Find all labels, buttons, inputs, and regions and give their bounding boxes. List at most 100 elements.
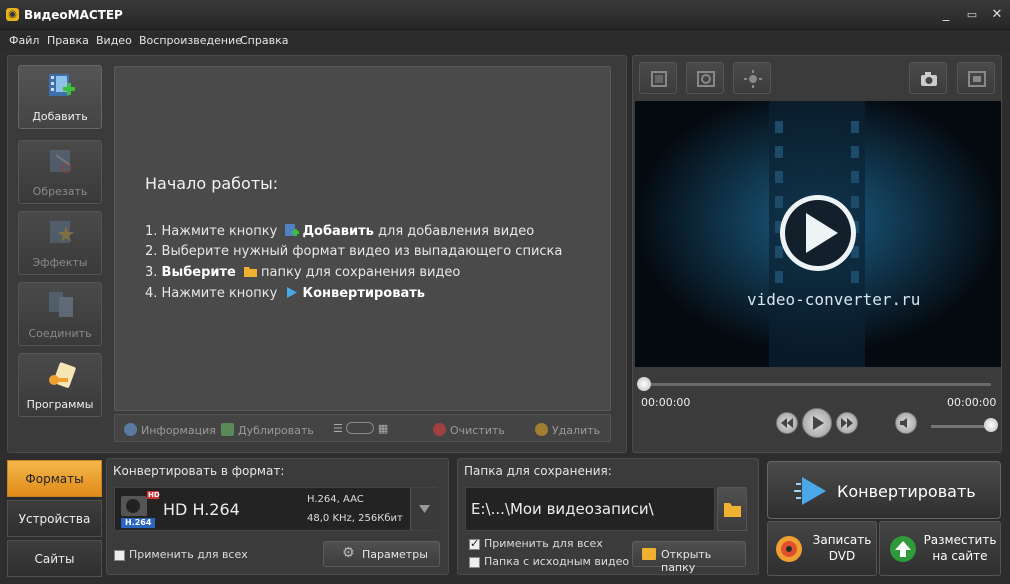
step-1: 1. Нажмите кнопку Добавить для добавлени…: [145, 223, 534, 239]
programs-label: Программы: [26, 398, 94, 411]
preview-film-background: [635, 101, 1001, 367]
step-1-bold: Добавить: [302, 224, 374, 239]
format-apply-all-checkbox[interactable]: [114, 550, 125, 561]
publish-site-button[interactable]: Разместить на сайте: [879, 521, 1001, 576]
cut-button[interactable]: Обрезать: [18, 140, 102, 204]
dvd-icon: [776, 536, 802, 562]
format-dropdown-button[interactable]: [410, 488, 437, 530]
format-spec-1: H.264, AAC: [307, 494, 364, 505]
view-toggle[interactable]: ☰ ▦: [333, 422, 388, 435]
rotate-button[interactable]: [686, 62, 724, 94]
save-heading: Папка для сохранения:: [464, 464, 612, 478]
open-folder-icon: [642, 548, 656, 560]
folder-small-icon: [244, 267, 258, 277]
next-button[interactable]: [836, 412, 858, 434]
duplicate-icon: [221, 423, 234, 436]
app-icon: ◉: [6, 8, 19, 21]
video-preview[interactable]: video-converter.ru: [635, 101, 1001, 367]
join-button[interactable]: Соединить: [18, 282, 102, 346]
info-label: Информация: [141, 424, 216, 437]
list-view-icon: ☰: [333, 422, 343, 435]
join-icon: [49, 292, 73, 317]
convert-small-icon: [287, 287, 298, 298]
step-4-bold: Конвертировать: [302, 286, 425, 301]
convert-label: Конвертировать: [837, 482, 976, 501]
save-apply-all-label: Применить для всех: [484, 537, 603, 550]
open-folder-label: Открыть папку: [661, 548, 712, 574]
seek-knob[interactable]: [637, 377, 651, 391]
step-3: 3. Выберите папку для сохранения видео: [145, 264, 460, 280]
brightness-icon: [744, 70, 762, 88]
convert-button[interactable]: Конвертировать: [767, 461, 1001, 519]
prev-button[interactable]: [776, 412, 798, 434]
delete-button[interactable]: Удалить: [535, 423, 600, 437]
tab-devices[interactable]: Устройства: [7, 500, 102, 537]
save-path-field[interactable]: E:\...\Мои видеозаписи\: [465, 487, 715, 531]
convert-arrow-icon: [794, 477, 826, 505]
close-button[interactable]: ✕: [987, 6, 1007, 24]
step-3-tail: папку для сохранения видео: [261, 265, 461, 280]
menu-playback[interactable]: Воспроизведение: [139, 34, 242, 47]
volume-slider[interactable]: [931, 425, 991, 428]
save-path: E:\...\Мои видеозаписи\: [471, 500, 654, 518]
chevron-down-icon: [419, 505, 430, 513]
menu-video[interactable]: Видео: [96, 34, 132, 47]
checkmark-icon: ✓: [470, 537, 480, 550]
prev-icon: [781, 418, 793, 428]
main-panel: Добавить Обрезать Эффекты Соединить Прог…: [7, 55, 627, 453]
play-button[interactable]: [802, 408, 832, 438]
player-panel: video-converter.ru 00:00:00 00:00:00: [632, 55, 1002, 453]
codec-badge: H.264: [125, 518, 152, 527]
cut-icon: [50, 150, 71, 173]
step-1-text: 1. Нажмите кнопку: [145, 224, 278, 239]
file-list-area[interactable]: Начало работы: 1. Нажмите кнопку Добавит…: [114, 66, 611, 411]
fullscreen-button[interactable]: [957, 62, 995, 94]
step-4: 4. Нажмите кнопку Конвертировать: [145, 285, 425, 301]
menu-help[interactable]: Справка: [240, 34, 288, 47]
seek-bar[interactable]: [643, 383, 991, 386]
next-icon: [841, 418, 853, 428]
view-switch-icon: [346, 422, 375, 434]
browse-folder-button[interactable]: [717, 487, 747, 531]
save-apply-all-checkbox[interactable]: ✓: [469, 537, 480, 550]
play-icon: [813, 416, 824, 430]
delete-label: Удалить: [552, 424, 601, 437]
speaker-icon: [900, 418, 907, 428]
list-toolbar: Информация Дублировать ☰ ▦ Очистить Удал…: [114, 414, 611, 442]
save-panel: Папка для сохранения: E:\...\Мои видеоза…: [457, 458, 759, 575]
grid-view-icon: ▦: [377, 422, 389, 435]
params-button[interactable]: ⚙ Параметры: [323, 541, 440, 567]
duplicate-button[interactable]: Дублировать: [221, 423, 314, 437]
menu-file[interactable]: Файл: [9, 34, 39, 47]
step-2: 2. Выберите нужный формат видео из выпад…: [145, 244, 563, 259]
step-1-tail: для добавления видео: [378, 224, 535, 239]
window-title: ВидеоМАСТЕР: [24, 8, 123, 22]
clear-label: Очистить: [450, 424, 505, 437]
burn-dvd-button[interactable]: Записать DVD: [767, 521, 877, 576]
join-label: Соединить: [28, 327, 92, 340]
effects-button[interactable]: Эффекты: [18, 211, 102, 275]
brightness-button[interactable]: [733, 62, 771, 94]
format-selector[interactable]: HD H.264 HD H.264 H.264, AAC 48,0 KHz, 2…: [114, 487, 437, 531]
hd-badge: HD: [148, 491, 160, 499]
step-3-bold: Выберите: [161, 265, 236, 280]
duplicate-label: Дублировать: [238, 424, 314, 437]
source-folder-checkbox[interactable]: [469, 557, 480, 568]
snapshot-button[interactable]: [909, 62, 947, 94]
folder-icon: [724, 503, 741, 517]
clear-button[interactable]: Очистить: [433, 423, 505, 437]
menu-edit[interactable]: Правка: [47, 34, 89, 47]
info-button[interactable]: Информация: [124, 423, 216, 437]
publish-site-label: Разместить на сайте: [923, 533, 997, 563]
programs-button[interactable]: Программы: [18, 353, 102, 417]
maximize-button[interactable]: ▭: [962, 6, 982, 24]
minimize-button[interactable]: _: [936, 6, 956, 24]
tab-sites[interactable]: Сайты: [7, 540, 102, 577]
tab-formats[interactable]: Форматы: [7, 460, 102, 497]
crop-button[interactable]: [639, 62, 677, 94]
volume-knob[interactable]: [984, 418, 998, 432]
open-folder-button[interactable]: Открыть папку: [632, 541, 746, 574]
clear-icon: [433, 423, 446, 436]
volume-button[interactable]: [895, 412, 917, 434]
add-button[interactable]: Добавить: [18, 65, 102, 129]
